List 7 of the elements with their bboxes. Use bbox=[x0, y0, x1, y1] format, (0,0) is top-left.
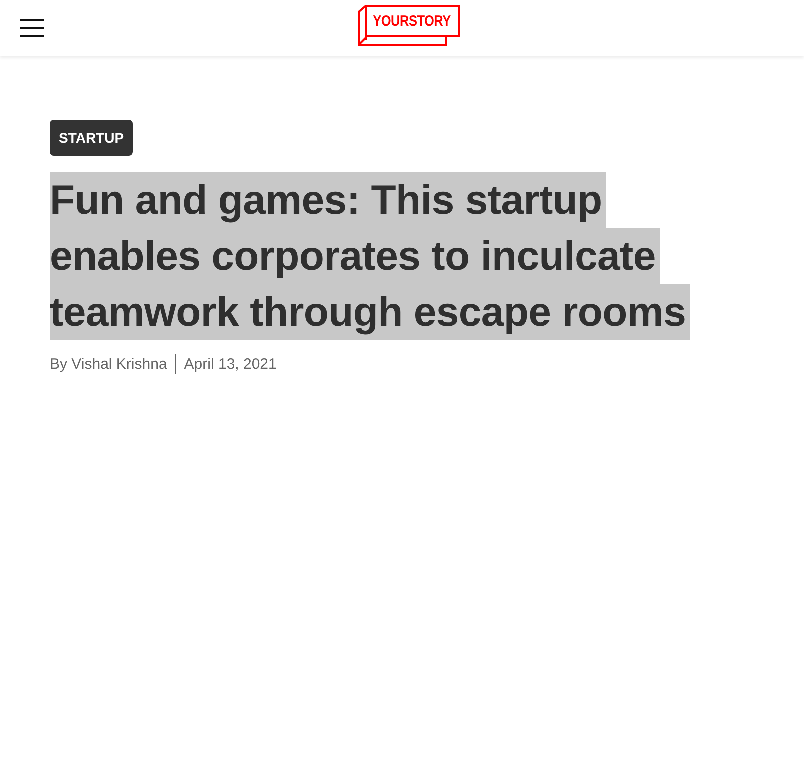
logo-text: YOURSTORY bbox=[374, 12, 450, 32]
category-tag[interactable]: STARTUP bbox=[50, 120, 134, 156]
publish-date: April 13, 2021 bbox=[184, 356, 277, 372]
author-byline: By Vishal Krishna bbox=[50, 356, 168, 372]
article-title: Fun and games: This startup enables corporates to inculcate teamwork through escape rooms bbox=[50, 172, 754, 340]
menu-icon[interactable] bbox=[20, 19, 44, 37]
logo[interactable]: YOURSTORY bbox=[357, 4, 461, 46]
